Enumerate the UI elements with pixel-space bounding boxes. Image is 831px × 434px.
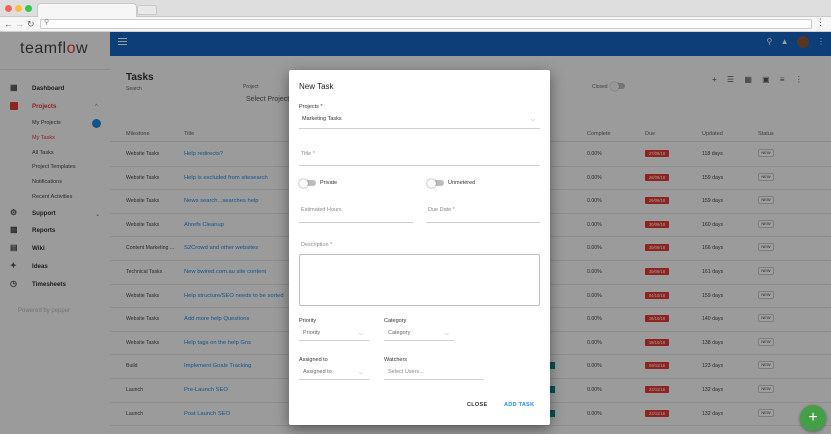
assigned-to-select[interactable]: Assigned to xyxy=(303,369,332,375)
window-minimize-dot[interactable] xyxy=(15,5,22,12)
new-tab-button[interactable] xyxy=(137,5,157,15)
priority-underline xyxy=(299,340,369,341)
chevron-down-icon[interactable]: ⌵ xyxy=(359,370,363,376)
due-date-underline xyxy=(426,222,540,223)
window-close-dot[interactable] xyxy=(5,5,12,12)
browser-menu-icon[interactable]: ⋮ xyxy=(816,17,825,28)
forward-arrow-icon[interactable]: → xyxy=(15,18,24,30)
projects-underline xyxy=(299,128,540,129)
close-button[interactable]: CLOSE xyxy=(467,402,487,408)
private-label: Private xyxy=(320,180,338,186)
dialog-title: New Task xyxy=(299,82,334,91)
address-bar-row: ← → ↻ ⚲ ⋮ xyxy=(0,17,831,32)
private-toggle[interactable] xyxy=(299,178,316,188)
description-textarea[interactable] xyxy=(299,254,540,306)
assigned-to-underline xyxy=(299,379,369,380)
watchers-label: Watchers xyxy=(384,357,408,363)
url-input[interactable]: ⚲ xyxy=(40,19,812,29)
description-label: Description * xyxy=(301,242,333,248)
reload-icon[interactable]: ↻ xyxy=(27,18,35,30)
projects-select[interactable]: Marketing Tasks xyxy=(302,116,342,122)
priority-select[interactable]: Priority xyxy=(303,330,320,336)
category-label: Category xyxy=(384,318,407,324)
browser-tab[interactable] xyxy=(37,3,137,17)
window-zoom-dot[interactable] xyxy=(25,5,32,12)
title-field[interactable]: Title * xyxy=(301,151,315,157)
assigned-to-label: Assigned to xyxy=(299,357,328,363)
watchers-input[interactable]: Select Users... xyxy=(388,369,424,375)
projects-label: Projects * xyxy=(299,104,323,110)
add-task-button[interactable]: ADD TASK xyxy=(504,402,534,408)
search-icon: ⚲ xyxy=(44,19,50,26)
app: teamflow ▦ Dashboard Projects ^ My Proje… xyxy=(0,32,831,434)
watchers-underline xyxy=(384,379,484,380)
priority-label: Priority xyxy=(299,318,317,324)
estimated-hours-field[interactable]: Estimated Hours xyxy=(301,207,342,213)
due-date-field[interactable]: Due Date * xyxy=(428,207,455,213)
category-select[interactable]: Category xyxy=(388,330,410,336)
unmetered-toggle[interactable] xyxy=(427,178,444,188)
title-underline xyxy=(299,165,540,166)
unmetered-label: Unmetered xyxy=(448,180,476,186)
new-task-dialog: New Task Projects * Marketing Tasks ⌵ Ti… xyxy=(289,70,550,425)
chevron-down-icon[interactable]: ⌵ xyxy=(531,117,535,123)
browser-tab-bar xyxy=(0,0,831,17)
chevron-down-icon[interactable]: ⌵ xyxy=(445,331,449,337)
category-underline xyxy=(384,340,454,341)
add-fab-button[interactable]: + xyxy=(800,405,826,431)
back-arrow-icon[interactable]: ← xyxy=(4,18,13,30)
chevron-down-icon[interactable]: ⌵ xyxy=(359,331,363,337)
estimated-hours-underline xyxy=(299,222,413,223)
